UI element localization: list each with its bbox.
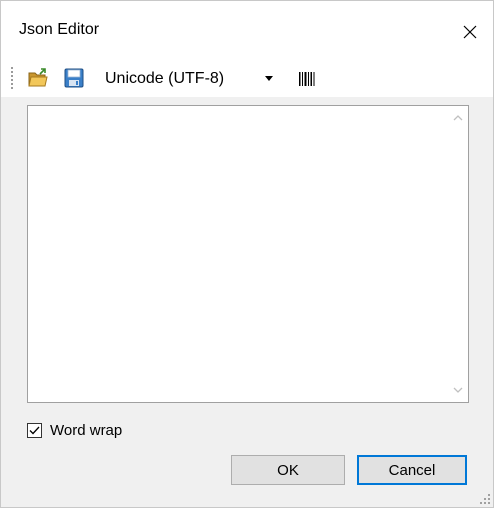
- word-wrap-label: Word wrap: [50, 421, 123, 439]
- scroll-down-button[interactable]: [448, 380, 468, 400]
- barcode-button[interactable]: [295, 69, 319, 89]
- chevron-down-icon: [453, 387, 463, 393]
- checkmark-icon: [29, 426, 40, 434]
- word-wrap-checkbox[interactable]: [27, 422, 42, 438]
- save-file-button[interactable]: [63, 67, 85, 89]
- json-text-editor[interactable]: [27, 105, 469, 403]
- window-title: Json Editor: [19, 21, 100, 38]
- open-file-button[interactable]: [27, 67, 49, 89]
- encoding-select[interactable]: Unicode (UTF-8): [99, 65, 285, 93]
- chevron-up-icon: [453, 115, 463, 121]
- json-content-input[interactable]: [28, 106, 448, 402]
- resize-grip-icon[interactable]: [479, 493, 491, 505]
- folder-open-icon: [28, 68, 48, 87]
- title-bar[interactable]: Json Editor: [1, 1, 493, 63]
- close-button[interactable]: [447, 1, 493, 63]
- json-editor-dialog: Json Editor Unicode (UTF-8) Word wrap OK…: [0, 0, 494, 508]
- word-wrap-option[interactable]: Word wrap: [27, 419, 122, 441]
- toolbar-grip[interactable]: [11, 67, 15, 89]
- encoding-selected-value: Unicode (UTF-8): [105, 70, 225, 87]
- barcode-icon: [299, 72, 315, 86]
- scroll-up-button[interactable]: [448, 108, 468, 128]
- ok-button[interactable]: OK: [231, 455, 345, 485]
- close-icon: [463, 25, 477, 39]
- dropdown-arrow-icon[interactable]: [264, 73, 274, 83]
- toolbar: Unicode (UTF-8): [1, 63, 493, 97]
- floppy-disk-icon: [64, 68, 84, 88]
- vertical-scrollbar[interactable]: [448, 106, 468, 402]
- cancel-button[interactable]: Cancel: [357, 455, 467, 485]
